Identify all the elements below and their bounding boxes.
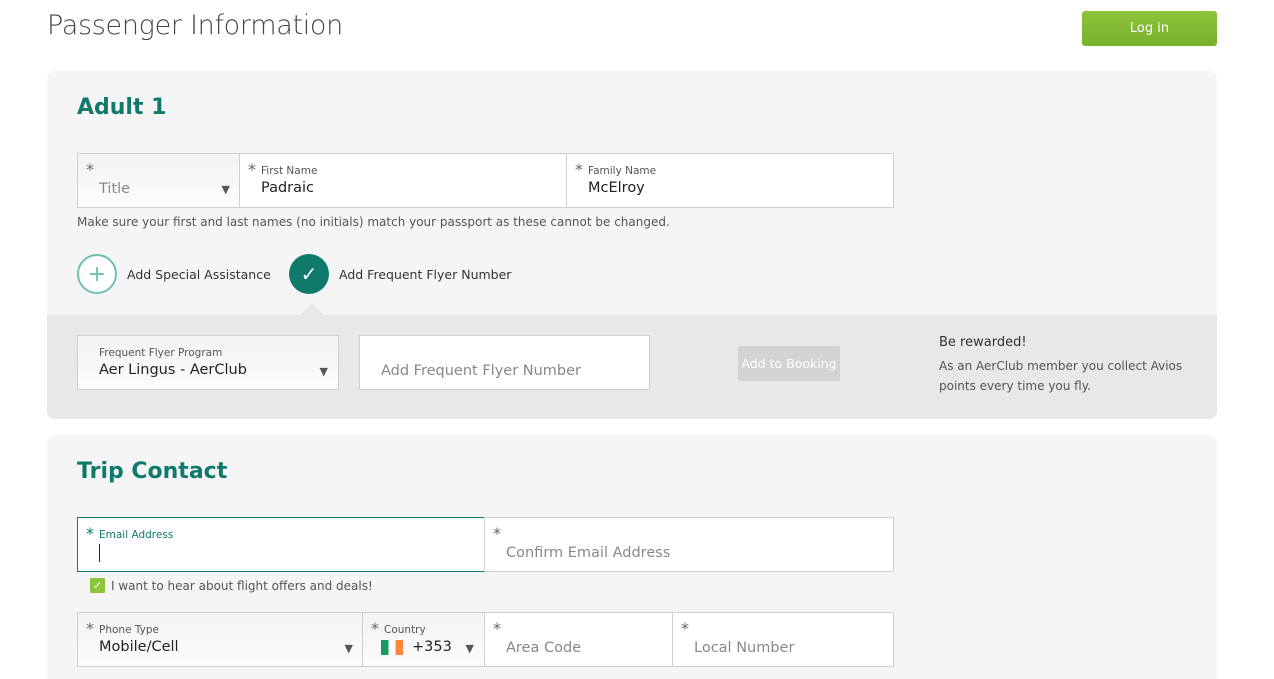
text-cursor — [99, 544, 100, 562]
title-select[interactable]: * Title ▼ — [77, 153, 240, 208]
local-number-placeholder: Local Number — [694, 640, 795, 656]
phone-type-select[interactable]: * Phone Type Mobile/Cell ▼ — [77, 612, 363, 667]
confirm-email-field[interactable]: * Confirm Email Address — [484, 517, 894, 572]
first-name-field[interactable]: * First Name Padraic — [239, 153, 567, 208]
frequent-flyer-number-placeholder: Add Frequent Flyer Number — [381, 363, 582, 379]
title-placeholder: Title — [99, 181, 131, 197]
frequent-flyer-number-input[interactable]: Add Frequent Flyer Number — [359, 335, 650, 390]
name-hint: Make sure your first and last names (no … — [77, 215, 670, 229]
add-frequent-flyer-button[interactable]: ✓ Add Frequent Flyer Number — [289, 254, 511, 294]
family-name-label: Family Name — [588, 165, 657, 177]
area-code-field[interactable]: * Area Code — [484, 612, 673, 667]
frequent-flyer-program-select[interactable]: Frequent Flyer Program Aer Lingus - AerC… — [77, 335, 339, 390]
checkmark-icon: ✓ — [289, 254, 329, 294]
frequent-flyer-toggle-label: Add Frequent Flyer Number — [339, 266, 512, 282]
country-code-select[interactable]: * Country +353 ▼ — [362, 612, 485, 667]
frequent-flyer-program-value: Aer Lingus - AerClub — [99, 362, 247, 378]
frequent-flyer-program-label: Frequent Flyer Program — [99, 347, 223, 359]
area-code-placeholder: Area Code — [506, 640, 582, 656]
chevron-down-icon: ▼ — [344, 642, 353, 655]
frequent-flyer-band: Frequent Flyer Program Aer Lingus - AerC… — [47, 315, 1217, 419]
first-name-value: Padraic — [261, 180, 315, 196]
adult-passenger-panel: Adult 1 * Title ▼ * First Name Padraic *… — [47, 71, 1217, 419]
phone-type-label: Phone Type — [99, 624, 159, 636]
required-star: * — [86, 160, 94, 179]
required-star: * — [248, 160, 256, 179]
adult-heading: Adult 1 — [77, 95, 167, 120]
rewarded-text: As an AerClub member you collect Avios p… — [939, 359, 1183, 393]
add-to-booking-button[interactable]: Add to Booking — [738, 346, 840, 381]
country-code-value: +353 — [412, 639, 452, 655]
trip-contact-heading: Trip Contact — [77, 459, 228, 484]
first-name-label: First Name — [261, 165, 318, 177]
required-star: * — [371, 619, 379, 638]
required-star: * — [575, 160, 583, 179]
required-star: * — [86, 524, 94, 543]
phone-type-value: Mobile/Cell — [99, 639, 179, 655]
offers-optin-label: I want to hear about flight offers and d… — [111, 578, 373, 593]
add-special-assistance-button[interactable]: + Add Special Assistance — [77, 254, 271, 294]
special-assistance-label: Add Special Assistance — [127, 266, 271, 282]
offers-checkbox[interactable]: ✓ — [90, 578, 105, 593]
required-star: * — [493, 524, 501, 543]
offers-optin[interactable]: ✓ I want to hear about flight offers and… — [90, 578, 373, 593]
plus-icon: + — [77, 254, 117, 294]
band-pointer — [300, 303, 324, 315]
chevron-down-icon: ▼ — [221, 183, 230, 196]
page-title: Passenger Information — [47, 10, 343, 41]
required-star: * — [493, 619, 501, 638]
confirm-email-placeholder: Confirm Email Address — [506, 545, 671, 561]
country-label: Country — [384, 624, 426, 636]
family-name-field[interactable]: * Family Name McElroy — [566, 153, 894, 208]
ireland-flag-icon — [381, 639, 403, 655]
required-star: * — [86, 619, 94, 638]
family-name-value: McElroy — [588, 180, 645, 196]
trip-contact-panel: Trip Contact * Email Address * Confirm E… — [47, 435, 1217, 679]
login-button[interactable]: Log in — [1082, 11, 1217, 46]
local-number-field[interactable]: * Local Number — [672, 612, 894, 667]
chevron-down-icon: ▼ — [465, 642, 474, 655]
country-value: +353 — [381, 639, 452, 655]
required-star: * — [681, 619, 689, 638]
email-label: Email Address — [99, 529, 174, 541]
email-field[interactable]: * Email Address — [77, 517, 485, 572]
chevron-down-icon: ▼ — [319, 365, 328, 378]
rewarded-title: Be rewarded! — [939, 335, 1027, 350]
